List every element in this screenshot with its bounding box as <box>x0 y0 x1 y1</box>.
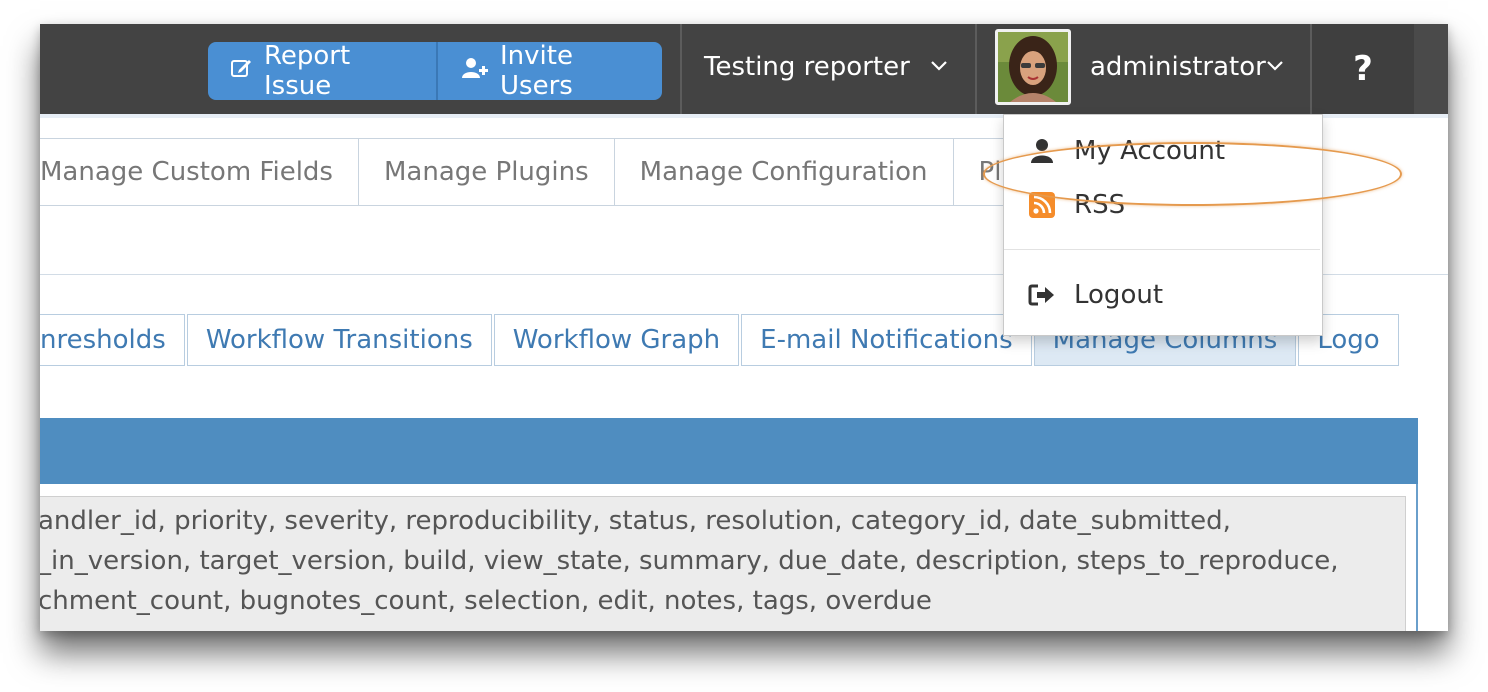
edit-icon <box>230 56 254 87</box>
tab-label: E-mail Notifications <box>760 325 1013 355</box>
navbar-separator <box>680 24 682 114</box>
tab-workflow-graph[interactable]: Workflow Graph <box>493 314 740 366</box>
menu-divider <box>1004 249 1320 250</box>
columns-line: andler_id, priority, severity, reproduci… <box>40 506 1231 536</box>
username: administrator <box>1090 52 1266 82</box>
panel-body: andler_id, priority, severity, reproduci… <box>40 484 1418 631</box>
help-label: ? <box>1353 49 1373 89</box>
tab-manage-plugins[interactable]: Manage Plugins <box>358 138 615 206</box>
tab-workflow-transitions[interactable]: Workflow Transitions <box>186 314 492 366</box>
navbar-edge <box>1414 24 1448 114</box>
menu-item-label: My Account <box>1074 136 1226 166</box>
rss-icon <box>1022 192 1062 218</box>
user-plus-icon <box>460 56 490 87</box>
tab-manage-custom-fields[interactable]: Manage Custom Fields <box>40 138 359 206</box>
tab-label: Workflow Transitions <box>205 325 473 355</box>
project-name: Testing reporter <box>704 52 910 82</box>
avatar[interactable] <box>995 29 1071 105</box>
project-selector[interactable]: Testing reporter <box>704 52 910 82</box>
columns-line: chment_count, bugnotes_count, selection,… <box>40 586 932 616</box>
menu-item-rss[interactable]: RSS <box>1004 180 1320 230</box>
report-issue-button[interactable]: Report Issue <box>208 41 437 101</box>
tab-manage-configuration[interactable]: Manage Configuration <box>614 138 954 206</box>
user-icon <box>1022 138 1062 164</box>
sign-out-icon <box>1022 283 1062 307</box>
chevron-down-icon[interactable] <box>930 58 948 77</box>
columns-textarea[interactable]: andler_id, priority, severity, reproduci… <box>40 496 1406 631</box>
help-button[interactable]: ? <box>1312 24 1414 114</box>
menu-item-label: RSS <box>1074 190 1126 220</box>
tab-label: Manage Custom Fields <box>40 157 333 187</box>
tab-label: Manage Configuration <box>639 157 928 187</box>
navbar-separator <box>975 24 977 114</box>
tab-email-notifications[interactable]: E-mail Notifications <box>741 314 1032 366</box>
app-window: Report Issue Invite Users Testing report… <box>40 24 1448 631</box>
columns-line: _in_version, target_version, build, view… <box>40 546 1339 576</box>
manage-tabs: Manage Custom Fields Manage Plugins Mana… <box>40 138 1060 208</box>
user-menu-toggle[interactable]: administrator <box>1090 52 1266 82</box>
menu-item-my-account[interactable]: My Account <box>1004 126 1320 176</box>
menu-item-logout[interactable]: Logout <box>1004 270 1320 320</box>
panel-header <box>40 418 1418 484</box>
invite-users-label: Invite Users <box>500 41 573 101</box>
tab-label: Manage Plugins <box>383 157 589 187</box>
invite-users-button[interactable]: Invite Users <box>438 41 662 101</box>
tab-label: Workflow Graph <box>512 325 721 355</box>
tab-thresholds[interactable]: nresholds <box>40 314 185 366</box>
tab-label: Logo <box>1317 325 1380 355</box>
user-dropdown-menu: My Account RSS Logout <box>1003 114 1323 336</box>
report-issue-label: Report Issue <box>264 41 351 101</box>
chevron-down-icon[interactable] <box>1266 58 1284 77</box>
tab-label: nresholds <box>40 325 166 355</box>
navbar: Report Issue Invite Users Testing report… <box>40 24 1448 114</box>
menu-item-label: Logout <box>1074 280 1164 310</box>
